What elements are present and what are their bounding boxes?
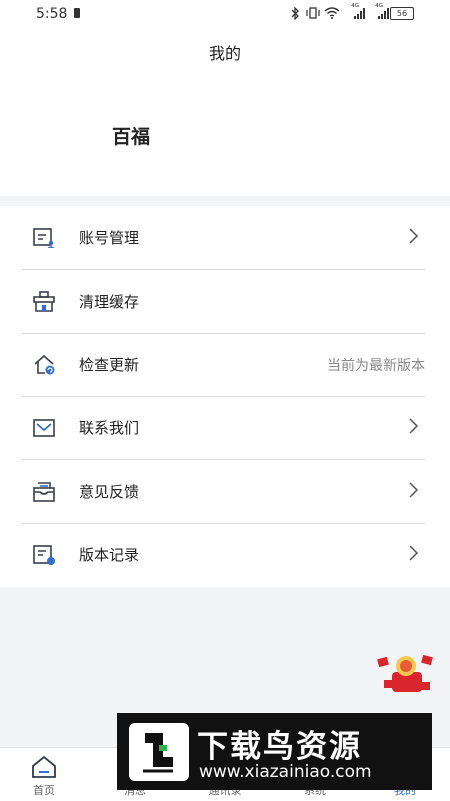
menu-item-feedback[interactable]: 意见反馈	[22, 460, 425, 524]
settings-menu: 账号管理 清理缓存 检查更新 当前为最新版本 联系我们 意见反馈 版本记录	[0, 206, 450, 587]
watermark-logo	[129, 723, 189, 781]
page-title: 我的	[208, 44, 241, 63]
menu-item-account[interactable]: 账号管理	[22, 206, 425, 270]
watermark-title: 下载鸟资源	[197, 729, 362, 765]
profile-header: 我的 百福	[0, 28, 450, 196]
home-icon	[32, 755, 56, 778]
menu-item-version-history[interactable]: 版本记录	[22, 523, 425, 586]
check-update-icon	[34, 354, 55, 375]
menu-item-label: 账号管理	[79, 229, 140, 247]
floating-promo-icon[interactable]	[376, 652, 434, 696]
vibrate-icon	[306, 7, 320, 19]
mail-icon	[33, 419, 55, 437]
bluetooth-icon	[291, 7, 299, 20]
menu-item-label: 清理缓存	[79, 293, 140, 311]
clean-cache-icon	[33, 291, 55, 312]
chevron-right-icon	[409, 482, 419, 498]
feedback-icon	[33, 482, 55, 502]
status-bar: 5:58 ⁴ᴳ ⁴ᴳ 56	[0, 0, 450, 28]
bird-logo-icon	[143, 733, 173, 773]
chevron-right-icon	[409, 418, 419, 434]
chevron-right-icon	[409, 545, 419, 561]
menu-item-clear-cache[interactable]: 清理缓存	[22, 270, 425, 334]
signal-icon-2	[378, 8, 389, 19]
menu-item-label: 意见反馈	[79, 483, 140, 501]
signal-icon	[354, 8, 365, 19]
tab-label: 首页	[33, 784, 55, 797]
menu-item-label: 联系我们	[79, 419, 140, 437]
battery-level: 56	[390, 7, 414, 20]
menu-item-contact[interactable]: 联系我们	[22, 396, 425, 460]
tab-home[interactable]: 首页	[9, 748, 79, 801]
version-record-icon	[33, 545, 55, 565]
watermark-banner: 下载鸟资源 www.xiazainiao.com	[117, 713, 432, 790]
wifi-icon	[324, 7, 340, 19]
account-manage-icon	[33, 228, 55, 248]
chevron-right-icon	[409, 228, 419, 244]
menu-item-label: 检查更新	[79, 356, 140, 374]
menu-item-label: 版本记录	[79, 546, 140, 564]
status-time: 5:58	[36, 6, 68, 22]
watermark-url: www.xiazainiao.com	[199, 762, 372, 782]
menu-item-check-update[interactable]: 检查更新 当前为最新版本	[22, 333, 425, 397]
battery-saver-icon	[74, 8, 80, 18]
username: 百福	[112, 126, 151, 148]
version-status-text: 当前为最新版本	[327, 358, 425, 374]
